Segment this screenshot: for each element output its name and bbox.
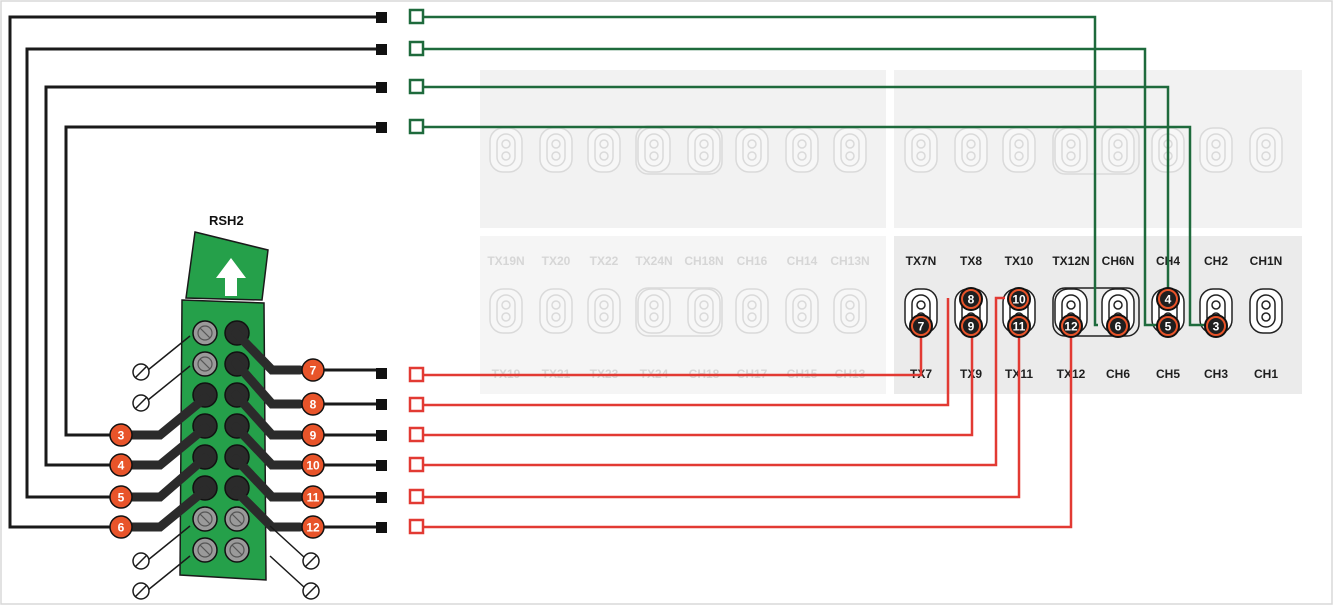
panel-label-top: TX19N [487,254,524,268]
jack-bottom [489,288,523,334]
badge-number: 6 [118,521,125,535]
jack-bottom [735,288,769,334]
jack-top [1002,127,1036,173]
jack-top [785,127,819,173]
jack-top [1054,127,1088,173]
jack-bottom [687,288,721,334]
panel-badge: 5 [1156,314,1180,338]
jack-top [587,127,621,173]
jack-top [1249,127,1283,173]
badge-number: 8 [968,293,975,307]
panel-label-top: CH6N [1102,254,1135,268]
badge-number: 4 [118,459,125,473]
badge-number: 12 [1064,320,1078,334]
pin-badge: 6 [109,515,133,539]
panel-label-top: TX22 [590,254,619,268]
panel-label-top: CH13N [830,254,869,268]
pin-badge: 9 [301,423,325,447]
connector-title: RSH2 [209,213,244,228]
panel-label-top: TX24N [635,254,672,268]
pin-badge: 7 [301,358,325,382]
jack-top [735,127,769,173]
panel-label-bottom: CH6 [1106,367,1130,381]
terminal-square [376,122,387,133]
badge-number: 6 [1115,320,1122,334]
jack-top [1199,127,1233,173]
panel-label-bottom: CH3 [1204,367,1228,381]
jack-bottom [785,288,819,334]
badge-number: 11 [307,491,320,505]
jack-bottom [1249,288,1283,334]
panel-badge: 6 [1106,314,1130,338]
jack-top [489,127,523,173]
jack-top [687,127,721,173]
pin-badge: 3 [109,423,133,447]
panel-label-top: CH18N [684,254,723,268]
panel-label-top: CH16 [737,254,768,268]
pin-badge: 4 [109,453,133,477]
pin-badge: 8 [301,392,325,416]
badge-number: 12 [306,521,320,535]
panel-badge: 7 [909,314,933,338]
terminal-square [376,44,387,55]
jack-top [904,127,938,173]
pin-badge: 10 [301,453,325,477]
jack-bottom [587,288,621,334]
badge-number: 11 [1013,320,1026,334]
badge-number: 7 [918,320,925,334]
jack-bottom [539,288,573,334]
badge-number: 10 [306,459,320,473]
jack-bottom [637,288,671,334]
pin-badge: 11 [301,485,325,509]
pin-badge: 5 [109,485,133,509]
terminal-square [376,82,387,93]
badge-number: 7 [310,364,317,378]
panel-label-top: CH14 [787,254,818,268]
jack-bottom [833,288,867,334]
panel-label-top: TX7N [906,254,937,268]
panel-label-top: TX10 [1005,254,1034,268]
panel-badge: 10 [1007,287,1031,311]
panel-label-top: TX20 [542,254,571,268]
badge-number: 3 [118,429,125,443]
badge-number: 9 [310,429,317,443]
panel-label-top: TX8 [960,254,982,268]
jack-top [1101,127,1135,173]
jack-top [637,127,671,173]
badge-number: 3 [1213,320,1220,334]
panel-badge: 9 [959,314,983,338]
badge-number: 5 [118,491,125,505]
panel-label-top: CH1N [1250,254,1283,268]
panel-badge: 8 [959,287,983,311]
jack-top [539,127,573,173]
badge-number: 10 [1012,293,1026,307]
panel-label-top: TX12N [1052,254,1089,268]
panel-label-top: CH2 [1204,254,1228,268]
panel-badge: 11 [1007,314,1031,338]
panel-badge: 3 [1204,314,1228,338]
jack-top [833,127,867,173]
wiring-diagram: TX19N TX20 TX22 TX24N CH18N CH16 CH14 CH13N TX7N… [0,0,1333,605]
pin-badge: 12 [301,515,325,539]
panel-label-bottom: CH1 [1254,367,1278,381]
badge-number: 5 [1165,320,1172,334]
panel-badge: 4 [1156,287,1180,311]
badge-number: 4 [1165,293,1172,307]
badge-number: 9 [968,320,975,334]
panel-badge: 12 [1059,314,1083,338]
panel-label-bottom: CH5 [1156,367,1180,381]
badge-number: 8 [310,398,317,412]
jack-top [954,127,988,173]
terminal-square [376,12,387,23]
